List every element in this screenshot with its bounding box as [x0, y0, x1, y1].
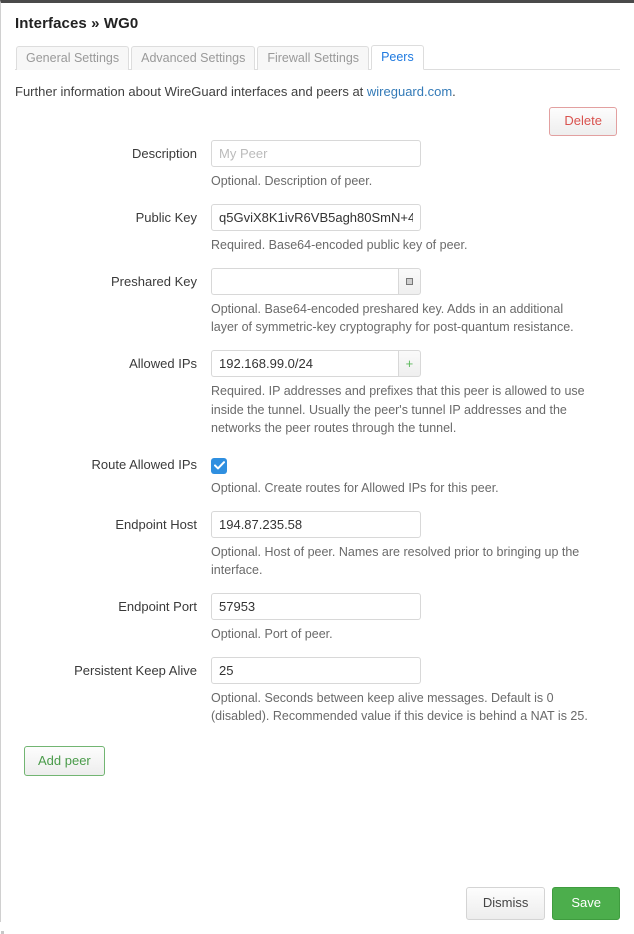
- breadcrumb-root: Interfaces: [15, 15, 87, 32]
- route-allowed-ips-hint: Optional. Create routes for Allowed IPs …: [211, 480, 499, 495]
- route-allowed-ips-label: Route Allowed IPs: [91, 456, 197, 472]
- allowed-ips-input[interactable]: [211, 350, 398, 378]
- breadcrumb-current: WG0: [103, 15, 139, 32]
- persistent-keep-alive-input[interactable]: [211, 657, 421, 685]
- route-allowed-ips-checkbox[interactable]: [211, 457, 227, 474]
- endpoint-port-label: Endpoint Port: [118, 599, 197, 615]
- allowed-ips-input-group: +: [211, 350, 421, 378]
- persistent-keep-alive-hint: Optional. Seconds between keep alive mes…: [211, 691, 588, 724]
- tab-general-settings[interactable]: General Settings: [16, 45, 130, 70]
- field-row-public-key: Public Key Required. Base64-encoded publ…: [15, 204, 620, 268]
- settings-tabs: General Settings Advanced Settings Firew…: [15, 44, 620, 70]
- tab-advanced-settings[interactable]: Advanced Settings: [131, 45, 256, 70]
- breadcrumb-separator: »: [91, 15, 100, 32]
- dismiss-button[interactable]: Dismiss: [465, 887, 546, 920]
- field-row-route-allowed-ips: Route Allowed IPs Optional. Create route…: [15, 451, 620, 511]
- preshared-key-label: Preshared Key: [111, 274, 197, 290]
- description-input[interactable]: [211, 139, 421, 167]
- endpoint-port-hint: Optional. Port of peer.: [211, 627, 333, 642]
- peers-settings-page: Interfaces » WG0 General Settings Advanc…: [1, 15, 634, 934]
- description-label: Description: [131, 145, 197, 161]
- public-key-input[interactable]: [211, 204, 421, 232]
- wireguard-link[interactable]: wireguard.com: [367, 84, 452, 99]
- allowed-ips-hint: Required. IP addresses and prefixes that…: [211, 384, 585, 435]
- generate-key-icon[interactable]: [397, 268, 421, 296]
- public-key-label: Public Key: [135, 210, 197, 226]
- delete-button[interactable]: Delete: [549, 107, 617, 136]
- intro-text-after: .: [452, 84, 456, 99]
- form-footer: Dismiss Save: [465, 887, 620, 920]
- peer-form: Description Optional. Description of pee…: [15, 139, 620, 740]
- save-button[interactable]: Save: [552, 887, 620, 920]
- preshared-key-hint: Optional. Base64-encoded preshared key. …: [211, 302, 574, 335]
- preshared-key-input-group: [211, 268, 421, 296]
- field-row-endpoint-host: Endpoint Host Optional. Host of peer. Na…: [15, 510, 620, 593]
- tab-firewall-settings[interactable]: Firewall Settings: [257, 45, 370, 70]
- delete-button-row: Delete: [15, 107, 617, 136]
- allowed-ips-label: Allowed IPs: [129, 356, 197, 372]
- preshared-key-input[interactable]: [211, 268, 398, 296]
- field-row-allowed-ips: Allowed IPs + Required. IP addresses and…: [15, 350, 620, 450]
- checkmark-icon: [213, 461, 225, 470]
- persistent-keep-alive-label: Persistent Keep Alive: [74, 663, 197, 679]
- field-row-persistent-keep-alive: Persistent Keep Alive Optional. Seconds …: [15, 657, 620, 739]
- generate-key-glyph: [405, 278, 413, 286]
- tab-peers[interactable]: Peers: [371, 44, 424, 70]
- page-title: Interfaces » WG0: [15, 15, 620, 32]
- public-key-hint: Required. Base64-encoded public key of p…: [211, 238, 468, 253]
- endpoint-port-input[interactable]: [211, 593, 421, 621]
- add-allowed-ip-button[interactable]: +: [397, 350, 421, 378]
- field-row-description: Description Optional. Description of pee…: [15, 139, 620, 204]
- intro-text-before: Further information about WireGuard inte…: [15, 84, 367, 99]
- description-hint: Optional. Description of peer.: [211, 173, 373, 188]
- field-row-endpoint-port: Endpoint Port Optional. Port of peer.: [15, 593, 620, 657]
- intro-text: Further information about WireGuard inte…: [15, 84, 620, 99]
- field-row-preshared-key: Preshared Key Optional. Base64-encoded p…: [15, 268, 620, 350]
- endpoint-host-label: Endpoint Host: [115, 516, 197, 532]
- endpoint-host-input[interactable]: [211, 510, 421, 538]
- endpoint-host-hint: Optional. Host of peer. Names are resolv…: [211, 544, 580, 578]
- add-peer-row: Add peer: [24, 745, 620, 777]
- add-peer-button[interactable]: Add peer: [24, 745, 105, 777]
